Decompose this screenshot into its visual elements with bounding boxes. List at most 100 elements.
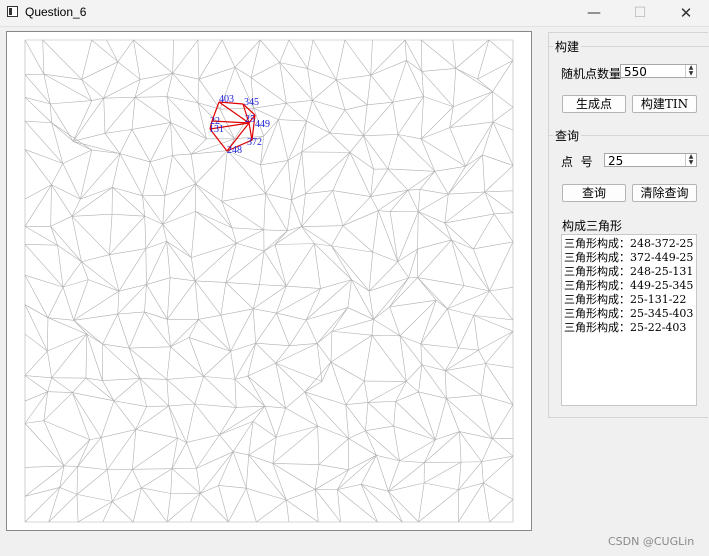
tin-edge	[199, 451, 234, 494]
generate-points-button[interactable]: 生成点	[562, 95, 626, 113]
tin-edge	[275, 345, 290, 364]
tin-edge	[194, 376, 204, 405]
close-button[interactable]: ✕	[663, 0, 709, 26]
tin-edge	[62, 149, 92, 164]
point-label: 372	[247, 137, 262, 148]
query-button[interactable]: 查询	[562, 184, 626, 202]
triangle-result-item[interactable]: 三角形构成：449-25-345	[564, 279, 696, 293]
tin-edge	[76, 466, 78, 495]
tin-edge	[133, 39, 141, 80]
triangle-result-item[interactable]: 三角形构成：372-449-25	[564, 251, 696, 265]
tin-edge	[253, 308, 277, 314]
tin-edge	[221, 193, 266, 202]
tin-edge	[317, 331, 333, 344]
tin-edge	[88, 279, 120, 292]
tin-edge	[363, 104, 368, 136]
tin-edge	[71, 216, 110, 255]
tin-edge	[132, 469, 142, 488]
tin-edge	[166, 96, 171, 123]
triangle-result-item[interactable]: 三角形构成：25-131-22	[564, 293, 696, 307]
tin-edge	[315, 469, 349, 490]
tin-edge	[449, 91, 493, 128]
clear-query-button[interactable]: 清除查询	[632, 184, 697, 202]
tin-edge	[455, 68, 493, 92]
tin-edge	[24, 333, 48, 352]
tin-edge	[77, 437, 102, 467]
tin-edge	[146, 405, 169, 407]
tin-edge	[131, 129, 151, 163]
tin-edge	[77, 439, 91, 467]
tin-edge	[285, 407, 318, 427]
tin-edge	[42, 39, 45, 75]
tin-edge	[317, 425, 349, 439]
tin-canvas[interactable]: 25 403 345 449 372 248 131 22	[6, 31, 532, 531]
spin-arrows-icon[interactable]: ▲ ▼	[685, 65, 696, 77]
tin-edge	[365, 430, 400, 462]
point-id-spinbox[interactable]: 25 ▲ ▼	[604, 153, 697, 168]
tin-edge	[80, 149, 92, 200]
triangle-result-list[interactable]: 三角形构成：248-372-25 三角形构成：372-449-25 三角形构成：24…	[561, 234, 697, 406]
tin-edge	[370, 196, 379, 211]
tin-edge	[399, 460, 425, 463]
tin-edge	[473, 248, 490, 292]
window-title: Question_6	[25, 5, 87, 19]
tin-edge	[420, 138, 436, 172]
spin-arrows-icon[interactable]: ▲ ▼	[685, 154, 696, 166]
tin-edge	[81, 79, 93, 101]
point-count-spinbox[interactable]: 550 ▲ ▼	[620, 64, 697, 79]
tin-edge	[109, 214, 113, 255]
tin-edge	[330, 334, 373, 363]
tin-edge	[194, 280, 222, 316]
tin-edge	[73, 320, 88, 335]
tin-edge	[24, 244, 58, 246]
tin-edge	[166, 379, 170, 406]
tin-edge	[408, 248, 418, 278]
tin-edge	[104, 129, 133, 134]
tin-edge	[473, 241, 514, 250]
tin-edge	[276, 312, 290, 346]
tin-edge	[188, 319, 199, 338]
tin-edge	[406, 60, 424, 97]
tin-edge	[348, 430, 366, 439]
tin-edge	[225, 282, 254, 310]
tin-edge	[196, 468, 201, 494]
tin-edge	[132, 437, 178, 470]
tin-edge	[142, 161, 151, 196]
tin-edge	[314, 243, 352, 280]
maximize-button[interactable]: ☐	[617, 0, 663, 26]
triangle-result-item[interactable]: 三角形构成：25-345-403	[564, 307, 696, 321]
tin-edge	[47, 333, 87, 352]
tin-edge	[370, 39, 373, 76]
triangle-result-item[interactable]: 三角形构成：248-372-25	[564, 237, 696, 251]
tin-edge	[417, 277, 437, 301]
tin-edge	[473, 315, 479, 351]
tin-edge	[329, 132, 364, 136]
tin-edge	[80, 153, 121, 200]
tin-edge	[246, 487, 287, 501]
tin-edge	[77, 501, 113, 523]
tin-edge	[317, 426, 320, 465]
tin-edge	[76, 494, 113, 502]
tin-edge	[166, 376, 204, 380]
tin-edge	[360, 455, 377, 485]
tin-edge	[330, 331, 333, 363]
tin-edge	[71, 187, 113, 217]
tin-edge	[164, 155, 173, 196]
tin-edge	[305, 190, 333, 195]
tin-edge	[329, 109, 346, 134]
tin-edge	[458, 462, 462, 490]
triangle-result-item[interactable]: 三角形构成：248-25-131	[564, 265, 696, 279]
triangle-result-item[interactable]: 三角形构成：25-22-403	[564, 321, 696, 335]
tin-edge	[370, 60, 407, 76]
tin-edge	[132, 468, 173, 470]
tin-edge	[330, 361, 347, 405]
tin-edge	[318, 464, 349, 471]
tin-edge	[276, 312, 307, 321]
tin-edge	[418, 482, 425, 523]
tin-edge	[139, 378, 169, 407]
build-tin-button[interactable]: 构建TIN	[632, 95, 697, 113]
tin-edge	[219, 405, 265, 436]
minimize-button[interactable]: —	[571, 0, 617, 26]
tin-edge	[103, 79, 141, 99]
tin-edge	[301, 226, 332, 247]
